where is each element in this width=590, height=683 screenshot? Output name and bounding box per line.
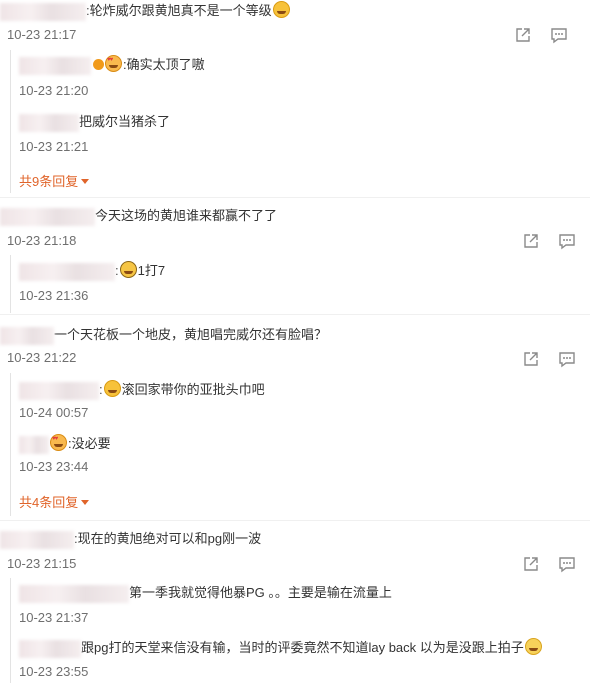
comment-text: 今天这场的黄旭谁来都赢不了了 [95,208,278,223]
reply-time: 10-23 23:44 [19,459,89,474]
reply-text: 第一季我就觉得他暴PG 。。主要是输在流量上 [129,585,392,600]
vip-badge-icon [93,59,104,70]
share-icon[interactable] [514,26,532,44]
share-icon[interactable] [522,350,540,368]
reply-text: :没必要 [68,436,111,451]
reply-time: 10-23 21:37 [19,610,89,625]
smirk-emoji-icon [524,638,542,655]
share-icon[interactable] [522,555,540,573]
comment-text: 一个天花板一个地皮，黄旭唱完威尔还有脸唱？ [54,327,328,342]
comment-text: :轮炸威尔跟黄旭真不是一个等级 [86,3,272,18]
view-more-label: 共9条回复 [19,174,79,189]
share-icon[interactable] [522,232,540,250]
reply-text: 把威尔当猪杀了 [79,114,171,129]
heart-eyes-emoji-icon [50,434,67,451]
comment-icon[interactable] [550,26,568,44]
chevron-down-icon [81,179,90,184]
heart-eyes-emoji-icon [105,55,122,72]
view-more-label: 共4条回复 [19,495,79,510]
reply-time: 10-23 21:36 [19,288,89,303]
comment-icon[interactable] [558,232,576,250]
crying-emoji-icon [103,380,121,397]
comment-icon[interactable] [558,555,576,573]
comment-time: 10-23 21:15 [7,556,77,571]
comment-time: 10-23 21:18 [7,233,77,248]
laughing-emoji-icon [272,1,290,18]
comment-icon[interactable] [558,350,576,368]
comment-time: 10-23 21:17 [7,27,77,42]
chevron-down-icon [81,500,90,505]
reply-text: 滚回家带你的亚批头巾吧 [121,382,265,397]
view-more-replies-link[interactable]: 共9条回复 [19,171,90,190]
reply-time: 10-23 21:21 [19,139,89,154]
reply-text: 跟pg打的天堂来信没有输，当时的评委竟然不知道lay back 以为是没跟上拍子 [81,640,524,655]
reply-text: :确实太顶了嗷 [123,57,205,72]
reply-text: 1打7 [137,263,166,278]
reply-time: 10-23 21:20 [19,83,89,98]
reply-time: 10-24 00:57 [19,405,89,420]
comment-time: 10-23 21:22 [7,350,77,365]
grin-emoji-icon [119,261,137,278]
view-more-replies-link[interactable]: 共4条回复 [19,492,90,511]
reply-time: 10-23 23:55 [19,664,89,679]
comment-text: :现在的黄旭绝对可以和pg刚一波 [74,531,262,546]
